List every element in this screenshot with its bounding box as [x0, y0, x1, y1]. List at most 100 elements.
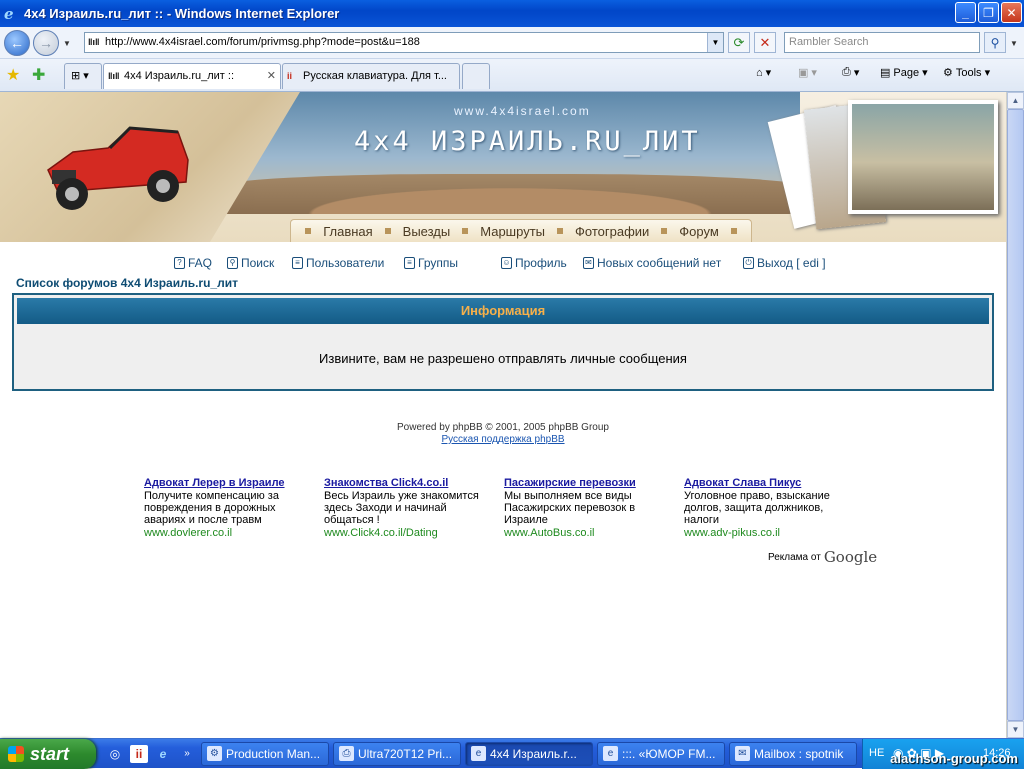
address-dropdown-icon[interactable]: ▼ [707, 33, 723, 52]
ie-logo-icon: e [4, 4, 14, 23]
new-tab-button[interactable] [462, 63, 490, 89]
stop-button[interactable]: ✕ [754, 32, 776, 53]
menu-bullet [557, 228, 563, 234]
nav-users[interactable]: ≡ Пользователи [292, 256, 384, 270]
rss-icon: ▣ [798, 67, 809, 79]
menu-item-routes[interactable]: Маршруты [474, 224, 551, 239]
nav-groups[interactable]: ≡ Группы [404, 256, 458, 270]
menu-item-forum[interactable]: Форум [673, 224, 725, 239]
minimize-button[interactable]: _ [955, 2, 976, 23]
menu-item-trips[interactable]: Выезды [397, 224, 457, 239]
page-menu[interactable]: ▤ Page ▾ [880, 66, 928, 80]
quicklaunch-icon[interactable]: ◎ [106, 745, 124, 763]
nav-messages[interactable]: ✉ Новых сообщений нет [583, 256, 721, 270]
ad-url[interactable]: www.dovlerer.co.il [144, 527, 314, 539]
refresh-button[interactable]: ⟳ [728, 32, 750, 53]
ie-quicklaunch-icon[interactable]: e [154, 745, 172, 763]
quick-tabs-button[interactable]: ⊞ ▾ [64, 63, 102, 89]
ad-block[interactable]: Пасажирские перевозки Мы выполняем все в… [504, 477, 674, 539]
nav-profile-label: Профиль [515, 256, 567, 270]
nav-logout[interactable]: ⏻ Выход [ edi ] [743, 256, 826, 270]
nav-faq-label: FAQ [188, 256, 213, 270]
tab-label: 4x4 Израиль.ru_лит :: [124, 70, 234, 82]
task-button[interactable]: ✉ Mailbox : spotnik [729, 742, 857, 766]
address-input[interactable]: ‖ı‖ http://www.4x4israel.com/forum/privm… [84, 32, 724, 53]
ad-title[interactable]: Адвокат Лерер в Израиле [144, 477, 314, 489]
support-link[interactable]: Русская поддержка phpBB [0, 434, 1006, 445]
restore-button[interactable]: ❐ [978, 2, 999, 23]
window-title: 4x4 Израиль.ru_лит :: - Windows Internet… [24, 6, 340, 21]
window-controls: _ ❐ ✕ [955, 2, 1022, 23]
dropdown-icon: ▾ [853, 67, 860, 79]
language-indicator[interactable]: НЕ [869, 747, 884, 759]
menu-bullet [384, 228, 391, 234]
forward-button[interactable]: → [33, 30, 59, 56]
print-button[interactable]: ⎙ ▾ [842, 66, 859, 79]
menu-item-photos[interactable]: Фотографии [569, 224, 655, 239]
groups-icon: ≡ [404, 257, 415, 269]
search-button[interactable]: ⚲ [984, 32, 1006, 53]
scroll-thumb[interactable] [1007, 109, 1024, 721]
task-button[interactable]: ⎙ Ultra720T12 Pri... [333, 742, 461, 766]
quicklaunch-more-icon[interactable]: » [178, 745, 196, 763]
info-header: Информация [17, 298, 989, 324]
site-title: 4x4 ИЗРАИЛЬ.RU_ЛИТ [354, 126, 701, 157]
scroll-down-icon[interactable]: ▼ [1007, 721, 1024, 738]
start-button[interactable]: start [0, 739, 96, 769]
profile-icon: ☺ [501, 257, 512, 269]
tab-forum[interactable]: ‖ı‖ 4x4 Израиль.ru_лит :: ✕ [103, 63, 281, 89]
dropdown-icon: ▾ [765, 67, 772, 79]
site-header: www.4x4israel.com 4x4 ИЗРАИЛЬ.RU_ЛИТ Гла… [0, 92, 1006, 242]
faq-icon: ? [174, 257, 185, 269]
ad-block[interactable]: Знакомства Click4.co.il Весь Израиль уже… [324, 477, 494, 539]
tab-label: Русская клавиатура. Для т... [303, 70, 447, 82]
taskbar: start ◎ ii e » ⚙ Production Man... ⎙ Ultra… [0, 738, 1024, 769]
ad-block[interactable]: Адвокат Лерер в Израиле Получите компенс… [144, 477, 314, 539]
menu-item-home[interactable]: Главная [317, 224, 378, 239]
search-options-icon[interactable]: ▼ [1010, 39, 1018, 48]
ad-title[interactable]: Знакомства Click4.co.il [324, 477, 494, 489]
tools-menu-label: Tools [955, 66, 982, 79]
ad-title[interactable]: Адвокат Слава Пикус [684, 477, 854, 489]
dropdown-icon: ▾ [922, 67, 928, 79]
nav-faq[interactable]: ? FAQ [174, 256, 212, 270]
history-dropdown-icon[interactable]: ▼ [63, 39, 71, 48]
ad-url[interactable]: www.adv-pikus.co.il [684, 527, 854, 539]
site-url: www.4x4israel.com [454, 104, 591, 118]
ad-block[interactable]: Адвокат Слава Пикус Уголовное право, взы… [684, 477, 854, 539]
ad-url[interactable]: www.AutoBus.co.il [504, 527, 674, 539]
info-box: Информация Извините, вам не разрешено от… [12, 293, 994, 391]
close-button[interactable]: ✕ [1001, 2, 1022, 23]
nav-logout-label: Выход [ edi ] [757, 256, 826, 270]
task-button[interactable]: e 4x4 Израиль.r... [465, 742, 593, 766]
task-label: :::. «ЮМОР FM... [622, 747, 716, 761]
nav-search[interactable]: ⚲ Поиск [227, 256, 274, 270]
back-button[interactable]: ← [4, 30, 30, 56]
tools-menu[interactable]: ⚙ Tools ▾ [943, 66, 990, 80]
favorites-star-icon[interactable]: ★ [6, 65, 20, 85]
tab-keyboard[interactable]: ii Русская клавиатура. Для т... [282, 63, 460, 89]
task-label: Mailbox : spotnik [754, 747, 844, 761]
scroll-up-icon[interactable]: ▲ [1007, 92, 1024, 109]
tab-close-icon[interactable]: ✕ [267, 64, 276, 88]
ads-by-google[interactable]: Реклама от Google [768, 548, 877, 566]
feeds-button[interactable]: ▣ ▾ [798, 66, 817, 79]
ie-icon: e [603, 746, 618, 761]
ad-title[interactable]: Пасажирские перевозки [504, 477, 674, 489]
gear-icon: ⚙ [943, 67, 953, 79]
nav-profile[interactable]: ☺ Профиль [501, 256, 567, 270]
app-icon: ⚙ [207, 746, 222, 761]
vertical-scrollbar[interactable]: ▲ ▼ [1006, 92, 1024, 738]
breadcrumb[interactable]: Список форумов 4x4 Израиль.ru_лит [16, 276, 238, 290]
info-message: Извините, вам не разрешено отправлять ли… [319, 351, 687, 366]
site-menu: Главная Выезды Маршруты Фотографии Форум [290, 219, 752, 242]
quicklaunch-icon[interactable]: ii [130, 745, 148, 763]
users-icon: ≡ [292, 257, 303, 269]
search-input[interactable]: Rambler Search [784, 32, 980, 53]
ad-url[interactable]: www.Click4.co.il/Dating [324, 527, 494, 539]
home-button[interactable]: ⌂ ▾ [756, 66, 772, 80]
add-favorites-icon[interactable]: ✚ [32, 65, 45, 85]
task-button[interactable]: ⚙ Production Man... [201, 742, 329, 766]
header-desert [200, 174, 820, 214]
task-button[interactable]: e:::. «ЮМОР FM... [597, 742, 725, 766]
